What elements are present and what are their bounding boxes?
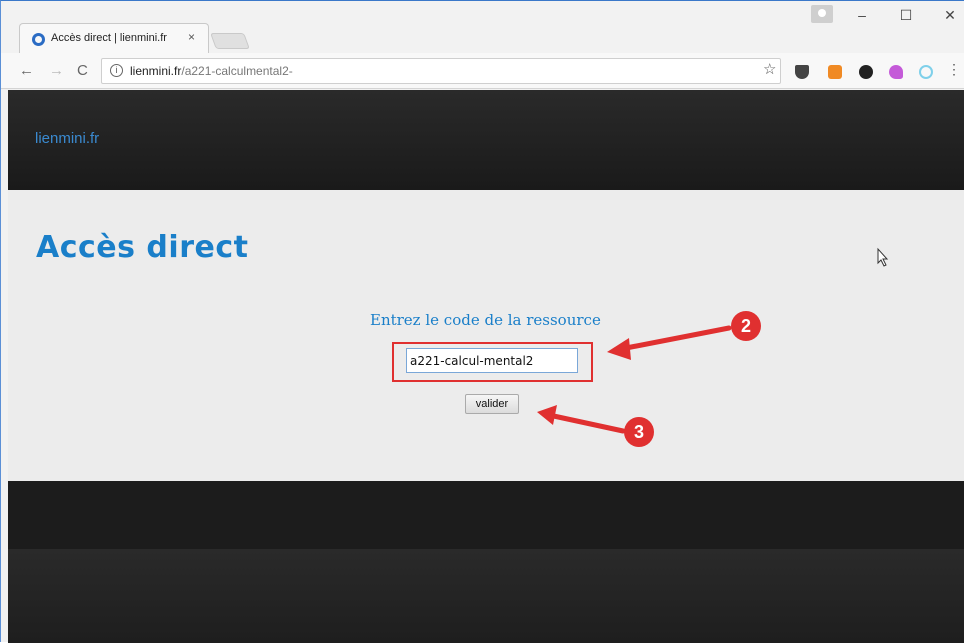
dark-extension-icon[interactable] [859,65,873,79]
url-host: lienmini.fr [130,64,182,78]
validate-button[interactable]: valider [465,394,519,414]
maximize-icon[interactable]: ☐ [891,7,921,24]
profile-icon[interactable] [811,5,833,23]
site-favicon-icon [32,33,45,46]
info-icon[interactable]: i [110,64,123,77]
back-arrow-icon[interactable]: ← [19,62,34,79]
pocket-extension-icon[interactable] [795,65,809,79]
main-content: Accès direct Entrez le code de la ressou… [8,190,964,481]
browser-window: Accès direct | lienmini.fr × – ☐ ✕ ← → C… [0,0,964,643]
page-title: Accès direct [36,230,249,265]
tab-close-icon[interactable]: × [188,30,195,44]
code-input-label: Entrez le code de la ressource [370,311,601,329]
close-window-icon[interactable]: ✕ [935,7,964,24]
chart-extension-icon[interactable] [828,65,842,79]
site-logo-link[interactable]: lienmini.fr [35,130,99,147]
bookmark-star-icon[interactable]: ☆ [763,60,776,78]
forward-arrow-icon[interactable]: → [49,62,64,79]
tab-strip: Accès direct | lienmini.fr × – ☐ ✕ [1,1,964,53]
input-highlight-box [392,342,593,382]
url-path: /a221-calculmental2- [181,64,293,78]
purple-extension-icon[interactable] [889,65,903,79]
footer-bottom [8,549,964,643]
footer-band [8,481,964,549]
circle-extension-icon[interactable] [919,65,933,79]
tab-active[interactable]: Accès direct | lienmini.fr × [19,23,209,53]
reload-icon[interactable]: C [77,62,88,79]
url-text[interactable]: lienmini.fr/a221-calculmental2- [130,64,293,78]
browser-menu-icon[interactable]: ⋮ [947,61,961,78]
browser-toolbar: ← → C i lienmini.fr/a221-calculmental2- … [1,53,964,89]
new-tab-button[interactable] [210,33,250,49]
site-header: lienmini.fr [8,90,964,190]
tab-title: Accès direct | lienmini.fr [51,32,167,44]
web-page: lienmini.fr Accès direct Entrez le code … [8,90,964,643]
address-bar[interactable]: i lienmini.fr/a221-calculmental2- [101,58,781,84]
minimize-icon[interactable]: – [847,7,877,23]
